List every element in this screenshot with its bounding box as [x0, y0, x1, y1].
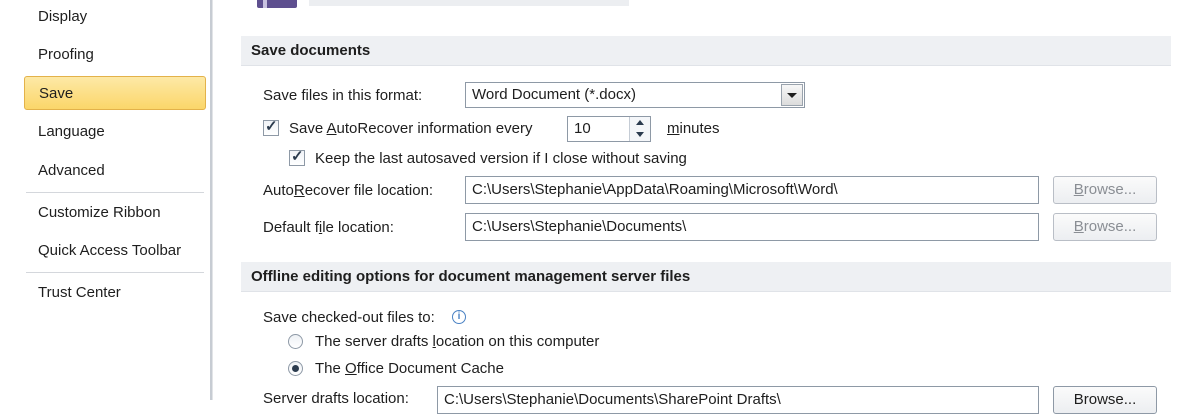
sidebar-item-advanced[interactable]: Advanced: [24, 154, 206, 188]
panel-heading-cutoff: [309, 0, 629, 6]
sidebar-item-label: Advanced: [38, 162, 105, 179]
section-header-offline-editing: Offline editing options for document man…: [241, 262, 1171, 292]
access-key: R: [293, 182, 305, 199]
label-part: The server drafts: [315, 333, 433, 350]
sidebar-item-label: Save: [39, 85, 74, 102]
access-key: O: [345, 360, 357, 377]
office-document-cache-option-label: The Office Document Cache: [315, 360, 504, 377]
button-label: rowse...: [1083, 218, 1137, 235]
options-sidebar: Display Proofing Save Language Advanced …: [0, 0, 212, 400]
sidebar-item-label: Quick Access Toolbar: [38, 242, 182, 259]
stepper-arrows: [629, 117, 650, 141]
access-key: B: [1073, 218, 1084, 235]
label-part: le location:: [322, 219, 394, 236]
sidebar-item-customize-ribbon[interactable]: Customize Ribbon: [24, 196, 206, 230]
autorecover-location-value: C:\Users\Stephanie\AppData\Roaming\Micro…: [472, 181, 838, 198]
autorecover-checkbox[interactable]: ✓: [263, 118, 279, 136]
sidebar-divider: [26, 272, 204, 273]
label-part: utoRecover information every: [336, 120, 533, 137]
info-icon[interactable]: i: [452, 310, 466, 324]
sidebar-item-label: Display: [38, 8, 88, 25]
save-format-value: Word Document (*.docx): [472, 86, 636, 103]
default-browse-button[interactable]: Browse...: [1053, 213, 1157, 241]
label-part: Save: [289, 120, 327, 137]
access-key: A: [326, 120, 337, 137]
access-key: m: [667, 120, 680, 137]
default-location-value: C:\Users\Stephanie\Documents\: [472, 218, 687, 235]
autorecover-minutes-stepper[interactable]: 10: [567, 116, 651, 142]
sidebar-item-label: Trust Center: [38, 284, 121, 301]
label-part: ocation on this computer: [435, 333, 600, 350]
sidebar-item-label: Proofing: [38, 46, 94, 63]
access-key: B: [1073, 181, 1084, 198]
keep-last-autosaved-checkbox[interactable]: ✓: [289, 148, 305, 166]
label-part: Default f: [263, 219, 319, 236]
label-part: ecover file location:: [304, 182, 434, 199]
sidebar-item-label: Language: [38, 123, 105, 140]
server-drafts-browse-button[interactable]: Browse...: [1053, 386, 1157, 414]
autorecover-location-input[interactable]: C:\Users\Stephanie\AppData\Roaming\Micro…: [465, 176, 1039, 204]
checkmark-icon: ✓: [291, 148, 304, 165]
sidebar-item-quick-access-toolbar[interactable]: Quick Access Toolbar: [24, 234, 206, 268]
label-part: ffice Document Cache: [356, 360, 504, 377]
radio-selected-dot: [292, 365, 299, 372]
sidebar-divider: [26, 192, 204, 193]
autorecover-minutes-value: 10: [574, 120, 591, 137]
autorecover-browse-button[interactable]: Browse...: [1053, 176, 1157, 204]
button-label: rowse...: [1083, 181, 1137, 198]
label-part: Auto: [263, 182, 294, 199]
server-drafts-option-label: The server drafts location on this compu…: [315, 333, 599, 350]
sidebar-item-label: Customize Ribbon: [38, 204, 161, 221]
server-drafts-location-label: Server drafts location:: [263, 390, 409, 407]
chevron-down-icon[interactable]: [781, 84, 803, 106]
server-drafts-location-value: C:\Users\Stephanie\Documents\SharePoint …: [444, 391, 781, 408]
save-options-icon: [257, 0, 297, 8]
default-location-label: Default file location:: [263, 219, 394, 236]
sidebar-item-save[interactable]: Save: [24, 76, 206, 110]
save-format-dropdown[interactable]: Word Document (*.docx): [465, 82, 805, 108]
keep-last-autosaved-label: Keep the last autosaved version if I clo…: [315, 150, 687, 167]
section-header-save-documents: Save documents: [241, 36, 1171, 66]
sidebar-item-language[interactable]: Language: [24, 115, 206, 149]
minutes-label: minutes: [667, 120, 720, 137]
server-drafts-location-input[interactable]: C:\Users\Stephanie\Documents\SharePoint …: [437, 386, 1039, 414]
default-location-input[interactable]: C:\Users\Stephanie\Documents\: [465, 213, 1039, 241]
label-part: inutes: [679, 120, 720, 137]
autorecover-label: Save AutoRecover information every: [289, 120, 532, 137]
sidebar-item-proofing[interactable]: Proofing: [24, 38, 206, 72]
label-part: The: [315, 360, 346, 377]
save-checked-out-label: Save checked-out files to:: [263, 309, 435, 326]
sidebar-item-trust-center[interactable]: Trust Center: [24, 276, 206, 310]
save-options-panel: Save documents Save files in this format…: [212, 0, 1200, 414]
checkmark-icon: ✓: [265, 118, 278, 135]
stepper-down-icon[interactable]: [630, 129, 650, 141]
autorecover-location-label: AutoRecover file location:: [263, 182, 433, 199]
save-format-label: Save files in this format:: [263, 87, 423, 104]
sidebar-item-display[interactable]: Display: [24, 0, 206, 34]
server-drafts-radio[interactable]: [288, 334, 303, 349]
office-document-cache-radio[interactable]: [288, 361, 303, 376]
